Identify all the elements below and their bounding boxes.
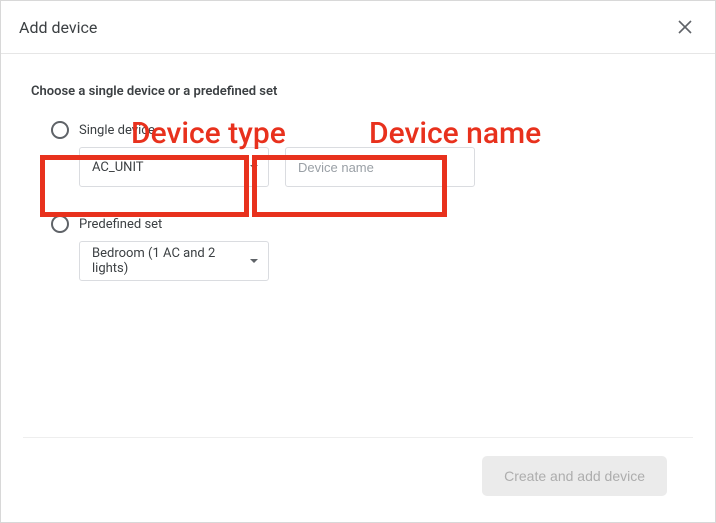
- section-label: Choose a single device or a predefined s…: [31, 84, 685, 99]
- device-name-input[interactable]: [285, 147, 475, 187]
- caret-down-icon: [250, 165, 258, 169]
- radio-predefined-label: Predefined set: [79, 217, 162, 232]
- create-add-device-button[interactable]: Create and add device: [482, 456, 667, 496]
- caret-down-icon: [250, 259, 258, 263]
- single-device-fields: AC_UNIT: [31, 147, 685, 187]
- close-button[interactable]: [673, 15, 697, 39]
- device-type-value: AC_UNIT: [92, 160, 144, 175]
- radio-row-predefined: Predefined set: [31, 215, 685, 233]
- dialog-content: Choose a single device or a predefined s…: [1, 54, 715, 437]
- predefined-select-wrap: Bedroom (1 AC and 2 lights): [79, 241, 269, 281]
- device-type-select-wrap: AC_UNIT: [79, 147, 269, 187]
- close-icon: [677, 19, 693, 35]
- add-device-dialog: Add device Choose a single device or a p…: [0, 0, 716, 523]
- radio-single-device[interactable]: [51, 121, 69, 139]
- dialog-footer: Create and add device: [23, 437, 693, 522]
- dialog-title: Add device: [19, 18, 97, 37]
- predefined-value: Bedroom (1 AC and 2 lights): [92, 246, 234, 276]
- predefined-select[interactable]: Bedroom (1 AC and 2 lights): [79, 241, 269, 281]
- dialog-header: Add device: [1, 1, 715, 54]
- radio-single-label: Single device: [79, 123, 155, 138]
- device-type-select[interactable]: AC_UNIT: [79, 147, 269, 187]
- radio-predefined-set[interactable]: [51, 215, 69, 233]
- radio-row-single: Single device: [31, 121, 685, 139]
- predefined-fields: Bedroom (1 AC and 2 lights): [31, 241, 685, 281]
